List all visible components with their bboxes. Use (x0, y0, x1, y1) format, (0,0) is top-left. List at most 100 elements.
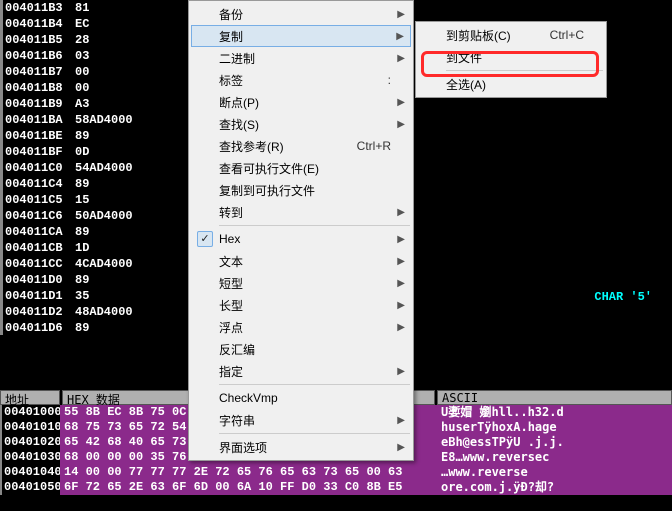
dump-row[interactable]: 0040104014 00 00 77 77 77 2E 72 65 76 65… (0, 465, 672, 480)
dump-addr: 00401030 (0, 450, 60, 465)
bytes-col: 89 (75, 320, 195, 336)
menu-item[interactable]: 文本▶ (191, 250, 411, 272)
menu-item[interactable]: 长型 ▶ (191, 294, 411, 316)
menu-label: Hex (219, 232, 391, 246)
menu-item[interactable]: 指定 ▶ (191, 360, 411, 382)
menu-item[interactable]: 全选(A) (418, 73, 604, 95)
addr-col: 004011BF (5, 144, 75, 160)
addr-col: 004011CC (5, 256, 75, 272)
menu-item[interactable]: 查找参考(R)Ctrl+R (191, 135, 411, 157)
menu-item[interactable]: 二进制 ▶ (191, 47, 411, 69)
dump-hex: 6F 72 65 2E 63 6F 6D 00 6A 10 FF D0 33 C… (60, 480, 437, 495)
addr-col: 004011CB (5, 240, 75, 256)
addr-col: 004011CA (5, 224, 75, 240)
context-menu-copy[interactable]: 到剪贴板(C)Ctrl+C 到文件全选(A) (415, 21, 607, 98)
menu-item[interactable]: 反汇编 (191, 338, 411, 360)
addr-col: 004011D6 (5, 320, 75, 336)
menu-label: CheckVmp (219, 391, 391, 405)
menu-item[interactable]: 查找(S) ▶ (191, 113, 411, 135)
dump-addr: 00401010 (0, 420, 60, 435)
addr-col: 004011B4 (5, 16, 75, 32)
menu-item[interactable]: 查看可执行文件(E) (191, 157, 411, 179)
addr-col: 004011B6 (5, 48, 75, 64)
menu-label: 长型 (219, 297, 391, 314)
chevron-right-icon: ▶ (397, 207, 405, 218)
menu-separator (219, 225, 410, 226)
menu-label: 标签 (219, 72, 358, 89)
menu-item[interactable]: 标签: (191, 69, 411, 91)
context-menu-main[interactable]: 备份▶复制▶二进制▶标签:断点(P)▶查找(S)▶查找参考(R)Ctrl+R查看… (188, 0, 414, 461)
dump-ascii: …www.reverse (437, 465, 672, 480)
col-address[interactable]: 地址 (0, 390, 60, 405)
menu-separator (219, 384, 410, 385)
menu-label: 复制 (219, 28, 391, 45)
chevron-right-icon: ▶ (397, 366, 405, 377)
dump-ascii: huserTÿhoxA.hage (437, 420, 672, 435)
menu-item[interactable]: 复制到可执行文件 (191, 179, 411, 201)
chevron-right-icon: ▶ (397, 300, 405, 311)
menu-label: 反汇编 (219, 341, 391, 358)
menu-label: 查看可执行文件(E) (219, 160, 391, 177)
bytes-col: 89 (75, 224, 195, 240)
addr-col: 004011B3 (5, 0, 75, 16)
chevron-right-icon: ▶ (397, 234, 405, 245)
menu-item[interactable]: 界面选项▶ (191, 436, 411, 458)
addr-col: 004011B5 (5, 32, 75, 48)
bytes-col: 81 (75, 0, 195, 16)
menu-item[interactable]: 转到 ▶ (191, 201, 411, 223)
col-ascii[interactable]: ASCII (437, 390, 672, 405)
menu-label: 转到 (219, 204, 391, 221)
chevron-right-icon: ▶ (397, 53, 405, 64)
bytes-col: 50AD4000 (75, 208, 195, 224)
disasm-comment: CHAR '5' (594, 290, 652, 304)
menu-label: 查找(S) (219, 116, 391, 133)
bytes-col: 00 (75, 80, 195, 96)
addr-col: 004011B8 (5, 80, 75, 96)
bytes-col: 03 (75, 48, 195, 64)
menu-separator (446, 70, 603, 71)
menu-item[interactable]: 字符串▶ (191, 409, 411, 431)
chevron-right-icon: ▶ (397, 322, 405, 333)
addr-col: 004011C6 (5, 208, 75, 224)
addr-col: 004011D2 (5, 304, 75, 320)
menu-item[interactable]: 短型▶ (191, 272, 411, 294)
chevron-right-icon: ▶ (397, 415, 405, 426)
addr-col: 004011D1 (5, 288, 75, 304)
menu-label: 界面选项 (219, 439, 391, 456)
bytes-col: 0D (75, 144, 195, 160)
chevron-right-icon: ▶ (397, 119, 405, 130)
bytes-col: 89 (75, 128, 195, 144)
menu-item[interactable]: 复制 ▶ (191, 25, 411, 47)
dump-ascii: U嬱媢 嬼hll..h32.d (437, 405, 672, 420)
addr-col: 004011BE (5, 128, 75, 144)
menu-item[interactable]: ✓ Hex ▶ (191, 228, 411, 250)
menu-item[interactable]: 浮点▶ (191, 316, 411, 338)
check-icon: ✓ (197, 231, 213, 247)
menu-label: 短型 (219, 275, 391, 292)
menu-suffix: : (388, 73, 391, 87)
bytes-col: EC (75, 16, 195, 32)
dump-addr: 00401040 (0, 465, 60, 480)
chevron-right-icon: ▶ (397, 9, 405, 20)
menu-item[interactable]: 断点(P)▶ (191, 91, 411, 113)
addr-col: 004011C0 (5, 160, 75, 176)
menu-label: 二进制 (219, 50, 391, 67)
menu-item[interactable]: CheckVmp (191, 387, 411, 409)
menu-label: 备份 (219, 6, 391, 23)
chevron-right-icon: ▶ (396, 31, 404, 42)
addr-col: 004011B7 (5, 64, 75, 80)
dump-row[interactable]: 004010506F 72 65 2E 63 6F 6D 00 6A 10 FF… (0, 480, 672, 495)
dump-ascii: ore.com.j.ÿÐ?却? (437, 480, 672, 495)
chevron-right-icon: ▶ (397, 97, 405, 108)
bytes-col: 28 (75, 32, 195, 48)
addr-col: 004011C5 (5, 192, 75, 208)
bytes-col: 4CAD4000 (75, 256, 195, 272)
menu-label: 到文件 (446, 49, 584, 66)
menu-item[interactable]: 到文件 (418, 46, 604, 68)
menu-label: 指定 (219, 363, 391, 380)
menu-separator (219, 433, 410, 434)
menu-label: 复制到可执行文件 (219, 182, 391, 199)
menu-item[interactable]: 备份 ▶ (191, 3, 411, 25)
menu-item[interactable]: 到剪贴板(C)Ctrl+C (418, 24, 604, 46)
menu-label: 全选(A) (446, 76, 584, 93)
